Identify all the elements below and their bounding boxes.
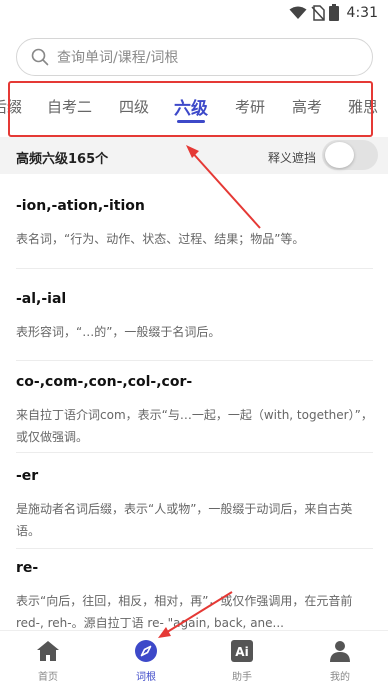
divider [16,268,373,269]
battery-icon [328,4,339,21]
nav-assistant[interactable]: Ai 助手 [212,639,272,683]
home-icon [37,641,59,661]
nav-assistant-label: 助手 [232,672,252,683]
divider [16,548,373,549]
search-icon [31,48,49,66]
list-item[interactable]: -er 是施动者名词后缀，表示“人或物”，一般缀于动词后，来自古英语。 [16,468,373,542]
entry-desc: 表形容词，“…的”，一般缀于名词后。 [16,325,221,339]
divider [16,360,373,361]
compass-icon [135,640,157,662]
list-item[interactable]: co-,com-,con-,col-,cor- 来自拉丁语介词com，表示“与…… [16,374,373,448]
nav-profile[interactable]: 我的 [310,639,370,683]
entry-title: re- [16,560,39,576]
entry-title: co-,com-,con-,col-,cor- [16,374,193,390]
list-title: 高频六级165个 [16,152,109,167]
annotation-box [8,81,373,137]
list-item[interactable]: -ion,-ation,-ition 表名词，“行为、动作、状态、过程、结果；物… [16,198,373,250]
nav-roots[interactable]: 词根 [116,639,176,683]
status-icons: 4:31 [289,4,378,21]
toggle-label: 释义遮挡 [268,151,317,165]
toggle-knob [325,142,354,168]
svg-text:Ai: Ai [235,645,248,659]
bottom-nav: 首页 词根 Ai 助手 我的 [0,630,388,689]
status-bar: 4:31 [0,0,388,28]
wifi-icon [289,6,307,19]
status-time: 4:31 [346,4,378,21]
entry-desc: 表示“向后，往回，相反，相对，再”，或仅作强调用，在元音前 red-, reh-… [16,594,353,630]
meaning-hide-toggle[interactable] [322,140,378,170]
entry-desc: 表名词，“行为、动作、状态、过程、结果；物品”等。 [16,232,305,246]
list-item[interactable]: re- 表示“向后，往回，相反，相对，再”，或仅作强调用，在元音前 red-, … [16,560,373,634]
entry-desc: 是施动者名词后缀，表示“人或物”，一般缀于动词后，来自古英语。 [16,502,353,538]
divider [16,452,373,453]
entry-title: -ion,-ation,-ition [16,198,145,214]
ai-icon: Ai [231,640,253,662]
nav-profile-label: 我的 [330,672,350,683]
no-sim-icon [310,4,325,21]
entry-title: -al,-ial [16,291,67,307]
list-item[interactable]: -al,-ial 表形容词，“…的”，一般缀于名词后。 [16,291,373,343]
list-header: 高频六级165个 释义遮挡 [0,137,388,174]
entry-title: -er [16,468,39,484]
search-bar[interactable]: 查询单词/课程/词根 [16,38,373,76]
nav-home-label: 首页 [38,672,58,683]
person-icon [330,641,350,662]
entry-desc: 来自拉丁语介词com，表示“与…一起，一起（with, together）”，或… [16,408,373,444]
search-placeholder: 查询单词/课程/词根 [57,50,179,66]
nav-home[interactable]: 首页 [18,639,78,683]
nav-roots-label: 词根 [136,672,156,683]
